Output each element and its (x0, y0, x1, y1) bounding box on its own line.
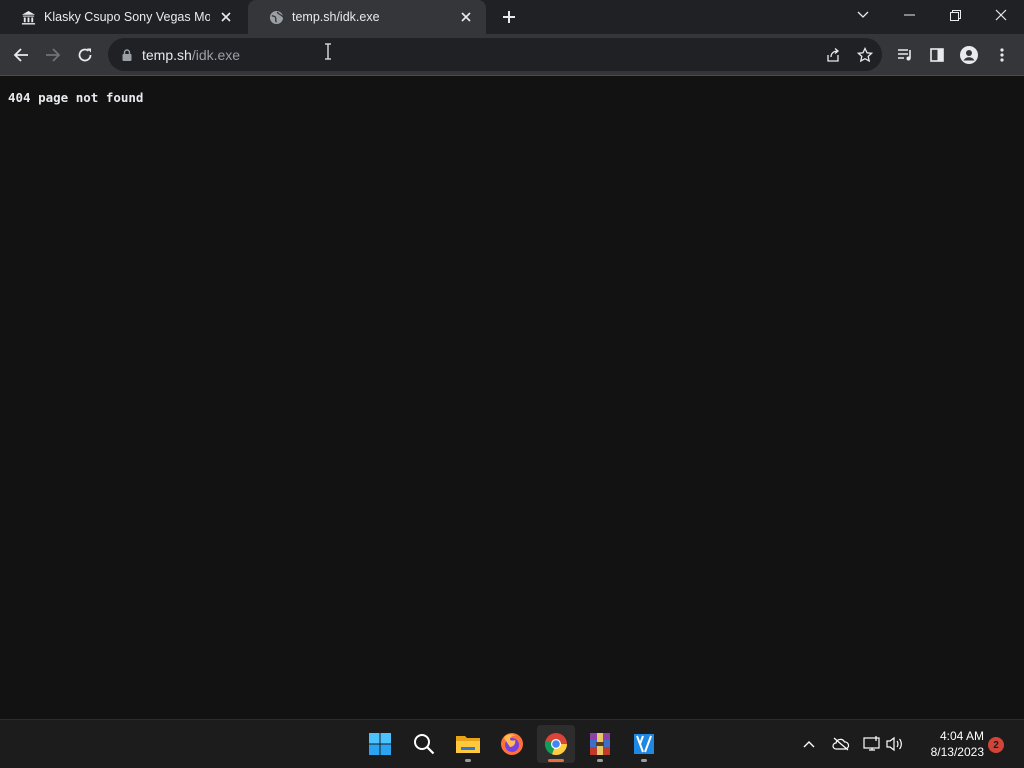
tab-title: temp.sh/idk.exe (292, 10, 380, 24)
url-path: /idk.exe (191, 46, 241, 63)
tab-title: Klasky Csupo Sony Vegas Movie (44, 10, 210, 24)
text-cursor-icon (323, 43, 333, 60)
menu-dots-icon[interactable] (987, 40, 1017, 70)
tab-strip: Klasky Csupo Sony Vegas Movie temp.sh/id… (0, 0, 1024, 34)
share-icon[interactable] (820, 42, 846, 68)
clock-date: 8/13/2023 (930, 745, 984, 759)
show-hidden-icons-button[interactable] (798, 732, 820, 756)
volume-icon[interactable] (884, 732, 906, 756)
globe-icon (268, 9, 284, 25)
browser-toolbar: temp.sh/idk.exe (0, 34, 1024, 76)
onedrive-offline-icon[interactable] (830, 732, 852, 756)
close-window-button[interactable] (978, 0, 1024, 30)
tab-klasky-csupo[interactable]: Klasky Csupo Sony Vegas Movie (0, 0, 246, 34)
file-explorer-icon (456, 736, 480, 753)
reload-button[interactable] (70, 40, 100, 70)
media-control-icon[interactable] (890, 40, 920, 70)
chrome-button[interactable] (537, 725, 575, 763)
forward-button[interactable] (38, 40, 68, 70)
chevron-up-icon (803, 741, 815, 748)
search-button[interactable] (405, 725, 443, 763)
taskbar: 4:04 AM 8/13/2023 2 (0, 719, 1024, 768)
running-indicator (641, 759, 647, 762)
start-icon (369, 733, 391, 755)
profile-avatar-icon[interactable] (954, 40, 984, 70)
winrar-button[interactable] (581, 725, 619, 763)
page-content: 404 page not found (0, 77, 1024, 719)
minimize-button[interactable] (886, 0, 932, 30)
back-button[interactable] (6, 40, 36, 70)
running-indicator (548, 759, 564, 762)
error-message: 404 page not found (8, 90, 144, 105)
search-icon (414, 734, 435, 755)
close-tab-icon[interactable] (218, 9, 234, 25)
arrow-left-icon (13, 48, 28, 62)
chrome-icon (544, 733, 568, 756)
tab-search-button[interactable] (840, 0, 886, 30)
winrar-icon (590, 733, 610, 755)
firefox-icon (501, 733, 523, 755)
system-clock[interactable]: 4:04 AM 8/13/2023 (912, 728, 984, 760)
start-button[interactable] (361, 725, 399, 763)
tab-temp-sh[interactable]: temp.sh/idk.exe (248, 0, 486, 34)
running-indicator (465, 759, 471, 762)
app-button[interactable] (625, 725, 663, 763)
network-icon[interactable] (861, 732, 883, 756)
side-panel-icon[interactable] (922, 40, 952, 70)
app-icon (634, 734, 654, 754)
museum-icon (20, 9, 36, 25)
bookmark-star-icon[interactable] (852, 42, 878, 68)
running-indicator (597, 759, 603, 762)
firefox-button[interactable] (493, 725, 531, 763)
arrow-right-icon (46, 48, 61, 62)
reload-icon (78, 48, 92, 62)
file-explorer-button[interactable] (449, 725, 487, 763)
notification-badge[interactable]: 2 (988, 737, 1004, 753)
address-url: temp.sh/idk.exe (142, 47, 240, 63)
lock-icon[interactable] (120, 48, 134, 62)
new-tab-button[interactable] (498, 6, 520, 28)
url-host: temp.sh (142, 46, 192, 63)
close-tab-icon[interactable] (458, 9, 474, 25)
address-bar[interactable]: temp.sh/idk.exe (108, 38, 882, 71)
restore-button[interactable] (932, 0, 978, 30)
clock-time: 4:04 AM (939, 729, 984, 743)
